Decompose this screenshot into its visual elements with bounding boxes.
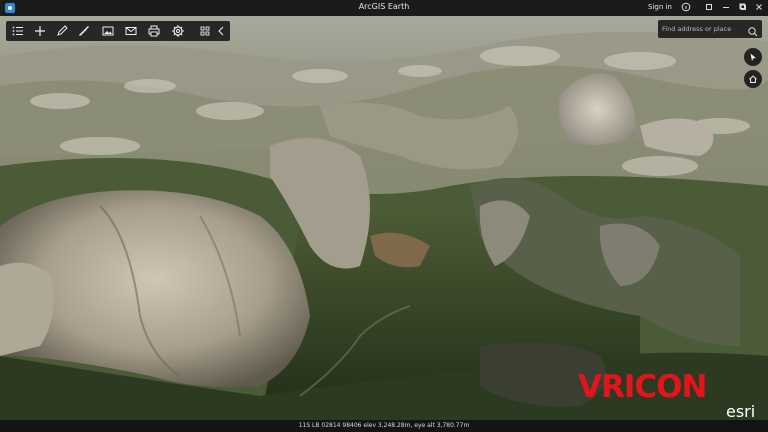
maximize-icon[interactable] [737,2,749,14]
coordinate-readout: 11S LB 02814 98406 elev 3,248.28m, eye a… [298,422,470,429]
status-bar: 11S LB 02814 98406 elev 3,248.28m, eye a… [0,420,768,432]
minimize-icon[interactable] [720,2,732,14]
main-toolbar [6,21,230,41]
title-bar: ArcGIS Earth Sign in [0,0,768,16]
restore-icon[interactable] [703,2,715,14]
add-icon[interactable] [32,23,48,39]
email-icon[interactable] [123,23,139,39]
globe-viewport[interactable] [0,16,768,420]
home-button[interactable] [744,70,762,88]
collapse-toolbar-icon[interactable] [213,23,229,39]
help-icon[interactable] [680,2,692,14]
screenshot-icon[interactable] [100,23,116,39]
search-box [658,20,762,38]
settings-icon[interactable] [170,23,186,39]
draw-icon[interactable] [54,23,70,39]
close-icon[interactable] [753,2,765,14]
basemap-icon[interactable] [197,23,213,39]
sign-in-link[interactable]: Sign in [648,3,672,11]
navigate-button[interactable] [744,48,762,66]
print-icon[interactable] [146,23,162,39]
measure-icon[interactable] [76,23,92,39]
esri-logo: esri [726,402,756,421]
home-icon [749,75,757,83]
search-icon[interactable] [747,23,759,37]
contents-icon[interactable] [10,23,26,39]
search-input[interactable] [662,22,744,36]
navigate-icon [750,53,756,61]
vricon-logo: VRICON [578,369,707,405]
